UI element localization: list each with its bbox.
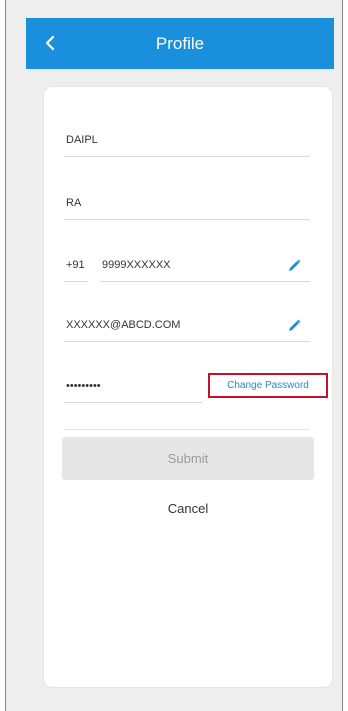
- edit-email-button[interactable]: [286, 318, 302, 334]
- email-field[interactable]: XXXXXX@ABCD.COM: [64, 317, 310, 342]
- edit-phone-button[interactable]: [286, 258, 302, 274]
- password-field[interactable]: •••••••••: [64, 378, 202, 403]
- back-button[interactable]: [38, 30, 62, 56]
- cancel-button[interactable]: Cancel: [148, 497, 228, 519]
- change-password-link[interactable]: Change Password: [208, 373, 328, 398]
- page-title: Profile: [155, 33, 205, 53]
- country-code-value: +91: [66, 259, 85, 271]
- last-name-value: RA: [66, 197, 82, 209]
- divider: [64, 429, 310, 430]
- header-bar: Profile: [26, 18, 334, 69]
- pencil-icon: [289, 319, 301, 331]
- country-code-field[interactable]: +91: [64, 257, 88, 282]
- phone-value: 9999XXXXXX: [102, 259, 171, 271]
- password-value: •••••••••: [66, 380, 101, 392]
- last-name-field[interactable]: RA: [64, 195, 310, 220]
- chevron-left-icon: [45, 35, 55, 51]
- first-name-field[interactable]: DAIPL: [64, 132, 310, 157]
- phone-field[interactable]: 9999XXXXXX: [100, 257, 310, 282]
- pencil-icon: [289, 259, 301, 271]
- submit-button[interactable]: Submit: [62, 437, 314, 480]
- email-value: XXXXXX@ABCD.COM: [66, 319, 181, 331]
- app-frame: Profile DAIPL RA +91 9999XXXXXX XXXXXX@A…: [5, 0, 343, 711]
- profile-card: DAIPL RA +91 9999XXXXXX XXXXXX@ABCD.COM …: [44, 87, 332, 687]
- first-name-value: DAIPL: [66, 134, 98, 146]
